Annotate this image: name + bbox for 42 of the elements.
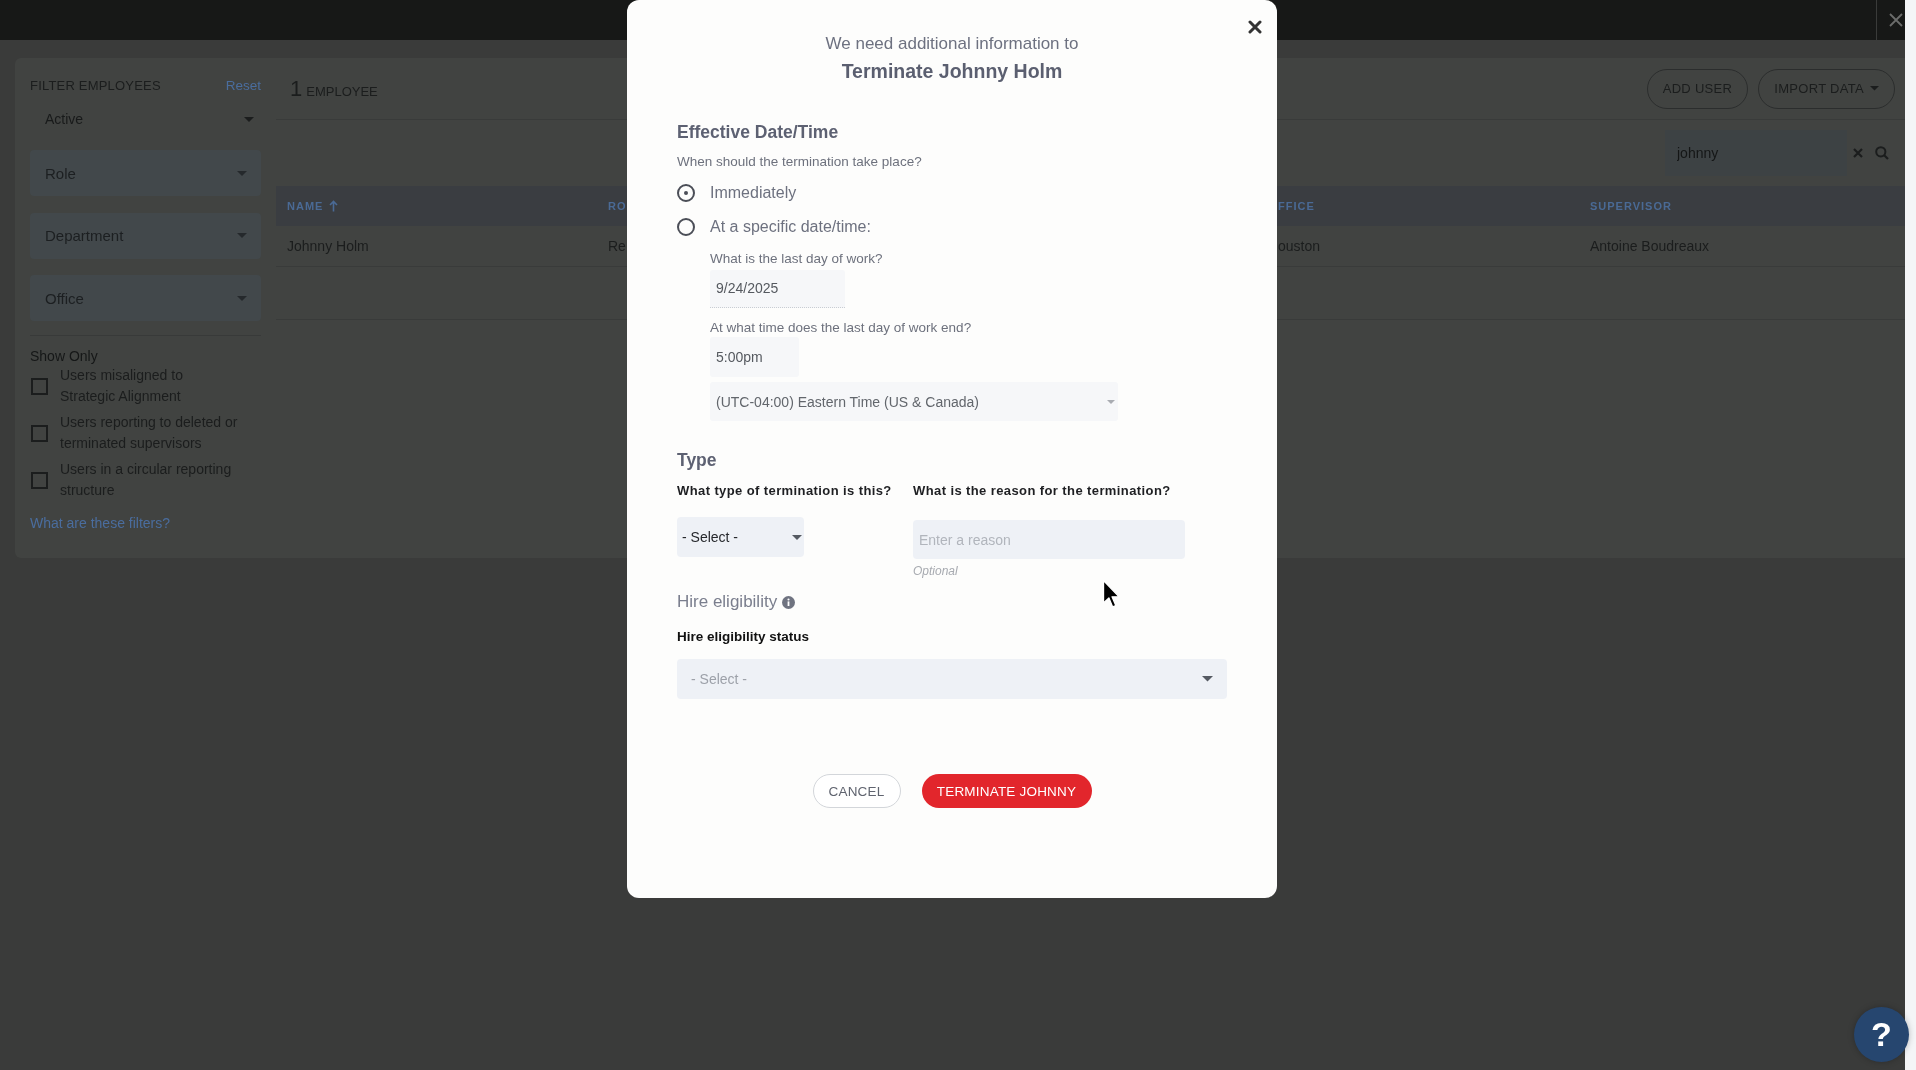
field-label: Hire eligibility status: [677, 628, 810, 646]
radio-button[interactable]: [677, 218, 695, 236]
checkbox[interactable]: [31, 471, 48, 489]
checkbox[interactable]: [31, 377, 48, 395]
clear-icon[interactable]: [1853, 148, 1863, 158]
section-heading: Effective Date/Time: [677, 121, 839, 144]
radio-label[interactable]: At a specific date/time:: [710, 218, 871, 236]
column-header[interactable]: RO: [608, 200, 627, 212]
section-heading: Hire eligibility: [677, 592, 778, 612]
question-text: When should the termination take place?: [677, 153, 922, 171]
arrow-up-icon: [329, 200, 339, 212]
date-field[interactable]: 9/24/2025: [710, 269, 845, 308]
column-header[interactable]: FFICE: [1278, 200, 1315, 212]
field-label: At what time does the last day of work end?: [710, 318, 972, 337]
help-button[interactable]: ?: [1854, 1007, 1909, 1062]
column-header[interactable]: SUPERVISOR: [1590, 200, 1672, 212]
field-label: What is the last day of work?: [710, 250, 883, 268]
dialog-subtitle: We need additional information to: [824, 33, 1080, 55]
time-field[interactable]: 5:00pm: [710, 336, 799, 377]
timezone-dropdown[interactable]: (UTC-04:00) Eastern Time (US & Canada): [710, 382, 1118, 421]
search-icon[interactable]: [1875, 146, 1889, 160]
field-label: What is the reason for the termination?: [913, 482, 1171, 500]
caret-icon[interactable]: [792, 534, 802, 540]
section-heading: Type: [677, 449, 717, 472]
primary-button[interactable]: TERMINATE JOHNNY: [921, 774, 1092, 808]
column-header[interactable]: NAME: [287, 200, 339, 212]
caret-icon[interactable]: [1202, 676, 1213, 682]
dialog-title: Terminate Johnny Holm: [840, 59, 1064, 84]
checkbox[interactable]: [31, 424, 48, 442]
radio-label[interactable]: Immediately: [710, 184, 797, 202]
reset-link[interactable]: Reset: [225, 77, 261, 93]
filters-help-link[interactable]: What are these filters?: [30, 513, 171, 532]
info-icon[interactable]: [782, 595, 796, 609]
select-dropdown[interactable]: - Select -: [677, 517, 804, 557]
radio-button[interactable]: [677, 184, 695, 202]
mouse-pointer-icon: [1102, 579, 1120, 609]
hint-text: Optional: [913, 563, 958, 579]
reason-input[interactable]: Enter a reason: [913, 520, 1185, 559]
select-dropdown[interactable]: - Select -: [677, 659, 1227, 699]
secondary-button[interactable]: CANCEL: [812, 774, 901, 808]
close-icon[interactable]: [1248, 20, 1262, 34]
field-label: What type of termination is this?: [677, 482, 892, 500]
